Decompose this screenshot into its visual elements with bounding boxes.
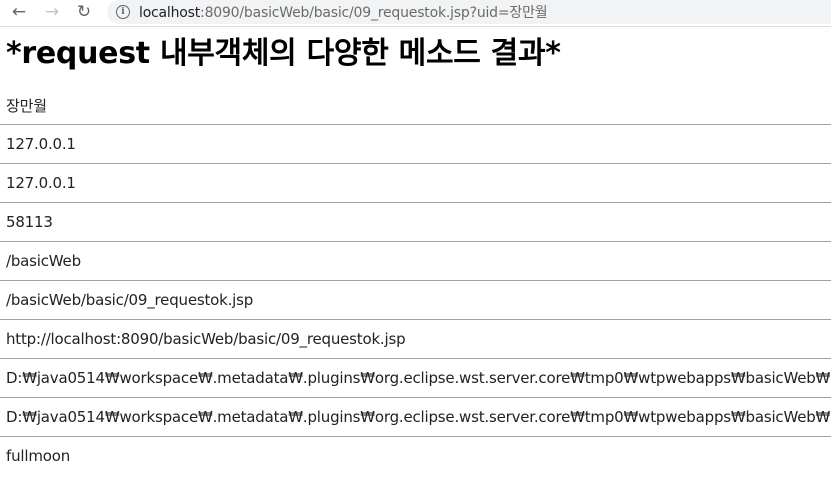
result-row-remote-host: 127.0.0.1: [0, 164, 831, 203]
forward-arrow-icon[interactable]: →: [41, 2, 63, 22]
result-row-real-path-2: D:₩java0514₩workspace₩.metadata₩.plugins…: [0, 398, 831, 437]
result-row-remote-port: 58113: [0, 203, 831, 242]
address-bar[interactable]: i localhost:8090/basicWeb/basic/09_reque…: [107, 0, 831, 24]
result-list: 장만월 127.0.0.1 127.0.0.1 58113 /basicWeb …: [0, 86, 831, 475]
result-row-real-path: D:₩java0514₩workspace₩.metadata₩.plugins…: [0, 359, 831, 398]
result-row-request-uri: /basicWeb/basic/09_requestok.jsp: [0, 281, 831, 320]
result-row-context-path: /basicWeb: [0, 242, 831, 281]
url-path: :8090/basicWeb/basic/09_requestok.jsp?ui…: [200, 5, 548, 21]
info-icon[interactable]: i: [116, 5, 130, 19]
browser-toolbar: ← → ↻ i localhost:8090/basicWeb/basic/09…: [0, 0, 831, 27]
page-title: *request 내부객체의 다양한 메소드 결과*: [6, 36, 561, 71]
url-text[interactable]: localhost:8090/basicWeb/basic/09_request…: [139, 2, 548, 22]
result-row-request-url: http://localhost:8090/basicWeb/basic/09_…: [0, 320, 831, 359]
url-host: localhost: [139, 5, 201, 21]
back-arrow-icon[interactable]: ←: [8, 2, 30, 22]
reload-icon[interactable]: ↻: [73, 2, 95, 22]
result-row-remote-addr: 127.0.0.1: [0, 125, 831, 164]
result-row-attribute: fullmoon: [6, 447, 70, 465]
result-row-parameter: 장만월: [0, 86, 831, 125]
